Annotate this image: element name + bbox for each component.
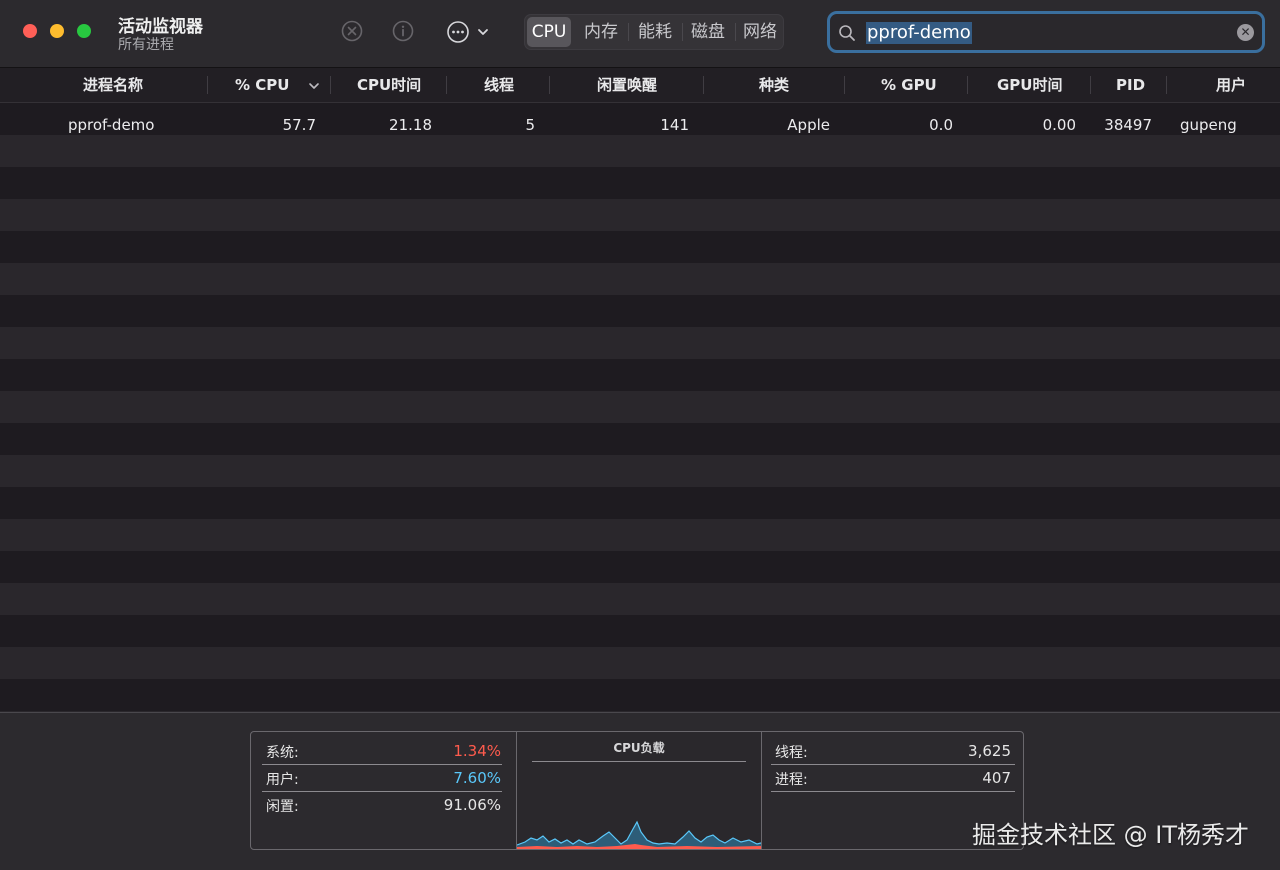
search-input[interactable]: pprof-demo: [866, 22, 972, 44]
empty-row: [0, 167, 1280, 199]
column-idle-wakeups[interactable]: 闲置唤醒: [597, 68, 657, 102]
empty-row: [0, 199, 1280, 231]
column-separator: [703, 76, 704, 94]
column-separator: [330, 76, 331, 94]
info-circle-icon: [392, 20, 414, 42]
cpu-load-graph: [517, 820, 761, 849]
empty-row: [0, 359, 1280, 391]
column-cpu-time[interactable]: CPU时间: [357, 68, 421, 102]
toolbar: 活动监视器 所有进程 CPU 内存 能耗 磁盘 网络 pprof-demo ✕: [0, 0, 1280, 68]
cell-gpu-percent: 0.0: [929, 116, 953, 134]
tab-disk[interactable]: 磁盘: [684, 17, 732, 47]
column-pid[interactable]: PID: [1116, 68, 1145, 102]
threads-value: 3,625: [968, 742, 1011, 760]
tab-divider: [682, 23, 683, 41]
chevron-down-icon: [478, 29, 488, 35]
column-kind[interactable]: 种类: [759, 68, 789, 102]
idle-value: 91.06%: [443, 796, 501, 814]
column-threads[interactable]: 线程: [484, 68, 514, 102]
empty-row: [0, 423, 1280, 455]
stop-process-button[interactable]: [341, 20, 363, 42]
empty-row: [0, 615, 1280, 647]
column-separator: [1166, 76, 1167, 94]
search-field[interactable]: pprof-demo ✕: [827, 11, 1265, 53]
clear-search-icon[interactable]: ✕: [1237, 24, 1254, 41]
cell-process-name: pprof-demo: [68, 116, 155, 134]
threads-label: 线程:: [775, 745, 808, 761]
cell-kind: Apple: [787, 116, 830, 134]
table-row[interactable]: pprof-demo 57.7 21.18 5 141 Apple 0.0 0.…: [0, 103, 1280, 135]
empty-row: [0, 455, 1280, 487]
column-separator: [1090, 76, 1091, 94]
divider: [262, 764, 502, 765]
search-icon: [839, 25, 855, 41]
processes-value: 407: [982, 769, 1011, 787]
tab-divider: [628, 23, 629, 41]
category-tabs: CPU 内存 能耗 磁盘 网络: [524, 14, 1101, 50]
xmark-circle-icon: [341, 20, 363, 42]
column-user[interactable]: 用户: [1216, 68, 1246, 102]
close-window-button[interactable]: [23, 24, 37, 38]
empty-row: [0, 135, 1280, 167]
empty-row: [0, 263, 1280, 295]
column-process-name[interactable]: 进程名称: [83, 68, 143, 102]
watermark: 掘金技术社区 @ IT杨秀才: [972, 821, 1249, 849]
user-label: 用户:: [266, 772, 299, 788]
empty-row: [0, 647, 1280, 679]
zoom-window-button[interactable]: [77, 24, 91, 38]
divider: [771, 764, 1015, 765]
table-header: 进程名称 % CPU CPU时间 线程 闲置唤醒 种类 % GPU GPU时间 …: [0, 68, 1280, 103]
more-actions-button[interactable]: [446, 20, 494, 44]
user-value: 7.60%: [453, 769, 501, 787]
tab-memory[interactable]: 内存: [577, 17, 625, 47]
tab-energy[interactable]: 能耗: [631, 17, 679, 47]
empty-row: [0, 327, 1280, 359]
cell-threads: 5: [525, 116, 535, 134]
minimize-window-button[interactable]: [50, 24, 64, 38]
column-separator: [207, 76, 208, 94]
cpu-load-chart: CPU负载: [516, 732, 762, 849]
cpu-stats-box: 系统: 1.34% 用户: 7.60% 闲置: 91.06% CPU负载 线程:…: [250, 731, 1024, 850]
process-table: pprof-demo 57.7 21.18 5 141 Apple 0.0 0.…: [0, 103, 1280, 712]
divider: [262, 791, 502, 792]
empty-row: [0, 231, 1280, 263]
empty-row: [0, 391, 1280, 423]
cell-cpu-time: 21.18: [389, 116, 432, 134]
idle-label: 闲置:: [266, 799, 299, 815]
cell-idle-wakeups: 141: [660, 116, 689, 134]
system-label: 系统:: [266, 745, 299, 761]
cell-user: gupeng: [1180, 116, 1237, 134]
inspect-process-button[interactable]: [392, 20, 414, 42]
empty-row: [0, 551, 1280, 583]
system-value: 1.34%: [453, 742, 501, 760]
column-separator: [844, 76, 845, 94]
column-gpu-time[interactable]: GPU时间: [997, 68, 1063, 102]
divider: [771, 791, 1015, 792]
column-gpu-percent[interactable]: % GPU: [881, 68, 937, 102]
processes-label: 进程:: [775, 772, 808, 788]
empty-row: [0, 295, 1280, 327]
column-separator: [967, 76, 968, 94]
empty-row: [0, 519, 1280, 551]
tab-cpu[interactable]: CPU: [527, 17, 571, 47]
empty-row: [0, 583, 1280, 615]
tab-network[interactable]: 网络: [736, 17, 784, 47]
cell-pid: 38497: [1104, 116, 1152, 134]
app-subtitle: 所有进程: [118, 37, 174, 53]
cell-cpu-percent: 57.7: [282, 116, 316, 134]
column-separator: [549, 76, 550, 94]
empty-row: [0, 487, 1280, 519]
ellipsis-circle-icon: [447, 21, 469, 43]
sort-descending-icon: [309, 83, 319, 89]
column-cpu-percent[interactable]: % CPU: [235, 68, 289, 102]
column-separator: [446, 76, 447, 94]
empty-row: [0, 679, 1280, 711]
cell-gpu-time: 0.00: [1042, 116, 1076, 134]
